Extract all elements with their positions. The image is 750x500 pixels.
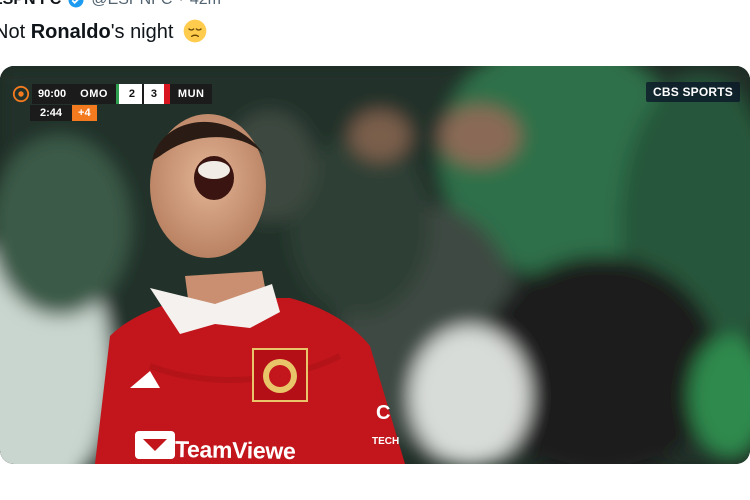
away-score: 3 (143, 84, 164, 104)
home-team: OMO (72, 84, 116, 104)
stoppage-time: 2:44 +4 (30, 105, 97, 121)
tweet-text: Not Ronaldo's night (0, 18, 207, 46)
author-handle[interactable]: @ESPNFC (91, 0, 172, 9)
shirt-sponsor: TeamViewe (174, 435, 296, 464)
author-name[interactable]: ESPN FC (0, 0, 61, 9)
tweet-text-prefix: Not (0, 21, 26, 43)
broadcaster-logo: CBS SPORTS (645, 82, 740, 102)
svg-text:C: C (376, 402, 390, 424)
tweet-text-suffix: 's night (110, 21, 174, 43)
svg-text:TECH: TECH (372, 436, 399, 447)
match-clock: 90:00 (32, 84, 73, 104)
match-photo: C TECH (0, 66, 750, 464)
header-separator: · (178, 0, 183, 9)
tweet-text-bold: Ronaldo (30, 21, 111, 43)
tweet-media-image[interactable]: C TECH 90:00 OMO 2 3 MUN 2:44 +4 CBS SPO… (0, 66, 750, 464)
away-team: MUN (169, 84, 213, 104)
stoppage-clock: 2:44 (30, 105, 73, 121)
broadcaster-name: CBS SPORTS (652, 85, 733, 99)
tweet-header: ESPN FC @ESPNFC · 42m (0, 0, 750, 9)
tweet-time[interactable]: 42m (190, 0, 221, 9)
scorebug: 90:00 OMO 2 3 MUN (12, 84, 213, 104)
europa-league-logo-icon (12, 85, 30, 103)
pensive-face-icon (183, 19, 207, 43)
added-time: +4 (72, 105, 97, 121)
verified-badge-icon (68, 0, 84, 8)
home-score: 2 (121, 84, 142, 104)
